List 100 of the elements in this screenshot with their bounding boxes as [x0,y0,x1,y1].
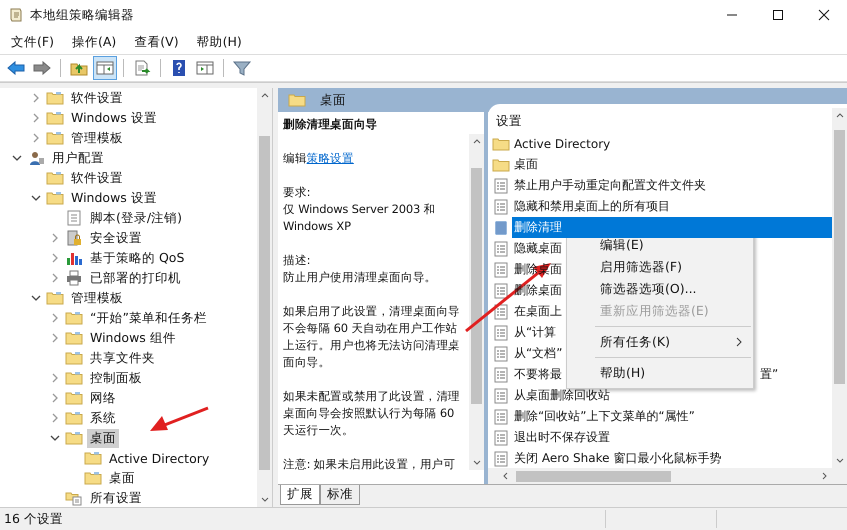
user-icon [27,150,45,166]
setting-item[interactable]: 桌面 [512,154,540,175]
scrollbar-thumb[interactable] [471,168,482,404]
policy-icon [492,240,510,256]
tree-item[interactable]: 管理模板 [68,128,126,148]
setting-item[interactable]: 关闭 Aero Shake 窗口最小化鼠标手势 [512,448,724,468]
tree-item[interactable]: 网络 [87,388,119,408]
forward-arrow-icon [32,59,52,77]
policy-icon [492,282,510,298]
tree-item[interactable]: Windows 设置 [68,108,160,128]
setting-item[interactable]: 从“文档” [512,343,564,364]
folder-icon [65,390,83,406]
context-menu-item[interactable]: 帮助(H) [567,362,753,384]
tree-item[interactable]: 脚本(登录/注销) [87,208,185,228]
tree-item[interactable]: 所有设置 [87,488,145,508]
folder-icon [46,190,64,206]
tree-item[interactable]: “开始”菜单和任务栏 [87,308,210,328]
setting-item[interactable]: 从桌面删除回收站 [512,385,612,406]
context-menu-item[interactable]: 启用筛选器(F) [567,256,753,278]
tree-item[interactable]: Active Directory [106,450,212,466]
scrollbar-thumb[interactable] [516,470,671,482]
policy-icon [492,304,510,320]
description-paragraph: 描述: 防止用户使用清理桌面向导。 [283,252,438,286]
expand-chevron-icon[interactable] [31,93,41,103]
expand-chevron-icon[interactable] [31,113,41,123]
description-paragraph: 要求: 仅 Windows Server 2003 和 Windows XP [283,184,436,235]
collapse-chevron-icon[interactable] [31,293,41,303]
tree-item[interactable]: 安全设置 [87,228,145,248]
setting-item[interactable]: Active Directory [512,134,612,152]
folder-icon [65,310,83,326]
window-title: 本地组策略编辑器 [30,6,134,24]
checkered-policy-icon [492,220,510,236]
expand-chevron-icon[interactable] [50,253,60,263]
tree-item[interactable]: 基于策略的 QoS [87,248,188,268]
setting-item[interactable]: 删除“回收站”上下文菜单的“属性” [512,406,697,427]
description-paragraph: 如果未配置或禁用了此设置，清理 桌面向导会按照默认行为每隔 60 天运行一次。 [283,388,462,439]
collapse-chevron-icon[interactable] [31,193,41,203]
folder-icon [65,410,83,426]
tree-item[interactable]: 桌面 [106,468,138,488]
tree-item[interactable]: Windows 设置 [68,188,160,208]
expand-chevron-icon[interactable] [50,313,60,323]
edit-policy-text: 编辑策略设置 [283,150,355,167]
policy-settings-link[interactable]: 策略设置 [306,151,354,165]
folder-icon [46,130,64,146]
tree-item[interactable]: 控制面板 [87,368,145,388]
tree-item[interactable]: 管理模板 [68,288,126,308]
scrollbar-thumb[interactable] [259,136,270,470]
collapse-chevron-icon[interactable] [50,433,60,443]
context-menu-item[interactable]: 筛选器选项(O)... [567,278,753,300]
tree-item[interactable]: Windows 组件 [87,328,179,348]
menu-item[interactable]: 查看(V) [127,34,186,50]
collapse-chevron-icon[interactable] [12,153,22,163]
setting-item[interactable]: 删除清理 [512,217,832,238]
folder-icon [84,470,102,486]
tree-item[interactable]: 用户配置 [49,148,107,168]
tree-item[interactable]: 软件设置 [68,88,126,108]
setting-item-tail: 置” [760,366,778,383]
expand-chevron-icon[interactable] [50,273,60,283]
expand-chevron-icon[interactable] [50,233,60,243]
folder-icon [65,370,83,386]
setting-item[interactable]: 在桌面上 [512,301,564,322]
expand-chevron-icon[interactable] [31,133,41,143]
back-arrow-icon [6,59,26,77]
folder-icon [46,290,64,306]
menu-item[interactable]: 帮助(H) [190,34,249,50]
policy-icon [492,198,510,214]
view-tab[interactable]: 扩展 [280,485,320,505]
setting-item[interactable]: 隐藏桌面 [512,238,564,259]
tree-item[interactable]: 桌面 [87,428,119,448]
tree-item[interactable]: 共享文件夹 [87,348,158,368]
printer-icon [65,270,83,286]
expand-chevron-icon[interactable] [50,373,60,383]
expand-chevron-icon[interactable] [50,413,60,423]
view-tab[interactable]: 标准 [320,485,360,505]
tree-item[interactable]: 已部署的打印机 [87,268,184,288]
lock-icon [65,230,83,246]
policy-icon [492,388,510,404]
expand-chevron-icon[interactable] [50,333,60,343]
setting-item[interactable]: 不要将最 [512,364,564,385]
pane-icon [95,59,115,77]
policy-icon [492,408,510,424]
context-menu-item[interactable]: 所有任务(K) [567,331,753,353]
app-icon [8,7,24,23]
tree-item[interactable]: 系统 [87,408,119,428]
folder-icon [46,110,64,126]
annotation-arrow [148,406,210,434]
header-title: 桌面 [320,92,346,108]
menu-item[interactable]: 操作(A) [64,34,124,50]
tree-item[interactable]: 软件设置 [68,168,126,188]
setting-item[interactable]: 从“计算 [512,322,558,343]
folder-icon [46,170,64,186]
tree-toggle-button[interactable] [93,56,117,80]
scrollbar-thumb[interactable] [834,130,845,384]
setting-item[interactable]: 隐藏和禁用桌面上的所有项目 [512,196,672,217]
setting-item[interactable]: 禁止用户手动重定向配置文件文件夹 [512,175,708,196]
menu-item[interactable]: 文件(F) [4,34,61,50]
setting-item[interactable]: 退出时不保存设置 [512,427,612,448]
script-icon [65,210,83,226]
expand-chevron-icon[interactable] [50,393,60,403]
folder-icon [492,156,510,172]
